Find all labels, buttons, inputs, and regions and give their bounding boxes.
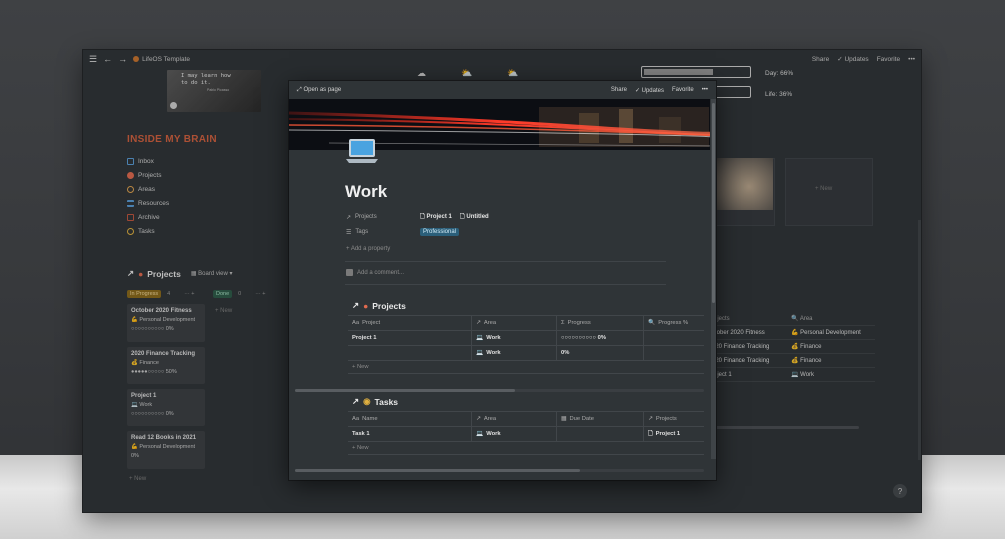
property-value[interactable]: 🗋 Project 1 🗋 Untitled (420, 212, 489, 222)
column-header[interactable]: ↗ Area (472, 412, 557, 426)
tasks-section-header: ↗ ◉ Tasks (352, 396, 398, 407)
column-header[interactable]: Aa Project (348, 316, 472, 330)
table-cell (644, 331, 704, 345)
table-cell: 💻 Work (472, 427, 557, 441)
avatar (346, 269, 353, 276)
laptop-icon[interactable] (345, 137, 379, 165)
column-header-label: Name (362, 416, 378, 422)
link-arrow-icon: ↗ (352, 300, 360, 310)
search-icon: 🔍 (648, 320, 656, 326)
app-window: ☰ ← → LifeOS Template Share ✓ Updates Fa… (83, 50, 921, 512)
relation-arrow-icon: ↗ (476, 320, 481, 326)
divider (345, 284, 666, 285)
column-header[interactable]: 🔍 Progress % (644, 316, 704, 330)
table-cell (557, 427, 644, 441)
calendar-icon: ▦ (561, 416, 567, 422)
property-key-label: Projects (355, 214, 377, 220)
tag-pill: Professional (420, 228, 460, 236)
property-value[interactable]: Professional (420, 228, 460, 236)
modal-scroll-thumb[interactable] (712, 103, 715, 303)
table-new-button[interactable]: + New (348, 360, 704, 374)
table-cell-label: Work (486, 431, 501, 437)
comment-placeholder: Add a comment... (357, 269, 405, 276)
divider (345, 261, 666, 262)
column-header-label: Projects (655, 416, 677, 422)
relation-link[interactable]: 🗋 Project 1 (420, 212, 452, 222)
table-cell: 0% (557, 346, 644, 360)
column-header[interactable]: ↗ Area (472, 316, 557, 330)
add-property-button[interactable]: + Add a property (346, 246, 390, 252)
modal-updates-button[interactable]: ✓ Updates (635, 87, 664, 94)
table-cell: 💻 Work (472, 331, 557, 345)
relation-arrow-icon: ↗ (476, 416, 481, 422)
projects-section-title[interactable]: Projects (372, 301, 406, 311)
table-cell-label: Work (486, 335, 501, 341)
column-header-label: Due Date (569, 416, 594, 422)
column-header-label: Progress % (658, 320, 689, 326)
tasks-section-title[interactable]: Tasks (375, 397, 398, 407)
column-header[interactable]: ▦ Due Date (557, 412, 644, 426)
link-arrow-icon: ↗ (352, 396, 360, 406)
table-cell: Task 1 (348, 427, 472, 441)
text-icon: Aa (352, 416, 360, 422)
table-row[interactable]: 💻 Work 0% (348, 345, 704, 360)
modal-share-button[interactable]: Share (611, 87, 627, 93)
projects-section-header: ↗ ● Projects (352, 300, 406, 311)
modal-actions: Share ✓ Updates Favorite ••• (611, 87, 708, 94)
relation-link[interactable]: 🗋 Untitled (460, 212, 489, 222)
table-row[interactable]: Task 1 💻 Work 🗋 Project 1 (348, 426, 704, 441)
projects-table: Aa Project ↗ Area Σ Progress 🔍 Progress % Pr… (348, 315, 704, 374)
open-as-page-label: Open as page (303, 86, 342, 93)
modal-updates-label: Updates (641, 87, 664, 94)
column-header-label: Progress (567, 320, 591, 326)
modal-vertical-scrollbar[interactable] (711, 99, 716, 459)
table-cell (644, 346, 704, 360)
table-header: Aa Project ↗ Area Σ Progress 🔍 Progress % (348, 315, 704, 330)
page-title[interactable]: Work (345, 182, 387, 202)
table-row[interactable]: Project 1 💻 Work ○○○○○○○○○○ 0% (348, 330, 704, 345)
open-as-page-button[interactable]: ⤢ Open as page (297, 87, 341, 94)
relation-link-label: Project 1 (426, 214, 452, 220)
modal-more-icon[interactable]: ••• (702, 87, 708, 93)
relation-arrow-icon: ↗ (346, 214, 352, 221)
column-header-label: Project (362, 320, 381, 326)
table-cell: 🗋 Project 1 (648, 431, 681, 437)
projects-hscroll-thumb[interactable] (295, 389, 515, 392)
check-circle-icon: ◉ (363, 396, 371, 406)
list-icon: ☰ (346, 229, 352, 236)
property-key[interactable]: ☰ Tags (346, 229, 420, 236)
tasks-table: Aa Name ↗ Area ▦ Due Date ↗ Projects Task 1 … (348, 411, 704, 455)
property-key-label: Tags (355, 229, 369, 235)
column-header-label: Area (483, 416, 497, 422)
property-tags: ☰ Tags Professional (346, 228, 460, 236)
sigma-icon: Σ (561, 320, 565, 326)
property-key[interactable]: ↗ Projects (346, 214, 420, 221)
table-cell: Project 1 (348, 331, 472, 345)
comment-input[interactable]: Add a comment... (346, 269, 404, 276)
text-icon: Aa (352, 320, 360, 326)
column-header[interactable]: Aa Name (348, 412, 472, 426)
rocket-icon: ● (363, 300, 369, 311)
column-header[interactable]: Σ Progress (557, 316, 644, 330)
relation-link-label: Untitled (466, 214, 489, 220)
column-header[interactable]: ↗ Projects (644, 412, 704, 426)
table-cell: ○○○○○○○○○○ 0% (557, 331, 644, 345)
table-cell: 💻 Work (472, 346, 557, 360)
table-cell (348, 346, 472, 360)
table-new-button[interactable]: + New (348, 441, 704, 455)
modal-topbar: ⤢ Open as page Share ✓ Updates Favorite … (289, 81, 716, 99)
table-cell-label: Work (486, 350, 501, 356)
modal-favorite-button[interactable]: Favorite (672, 87, 694, 93)
column-header-label: Area (483, 320, 497, 326)
table-header: Aa Name ↗ Area ▦ Due Date ↗ Projects (348, 411, 704, 426)
property-projects: ↗ Projects 🗋 Project 1 🗋 Untitled (346, 212, 489, 222)
tasks-hscroll-thumb[interactable] (295, 469, 580, 472)
relation-arrow-icon: ↗ (648, 416, 653, 422)
page-peek-modal: ⤢ Open as page Share ✓ Updates Favorite … (289, 81, 716, 480)
table-cell-label: Project 1 (655, 431, 681, 437)
